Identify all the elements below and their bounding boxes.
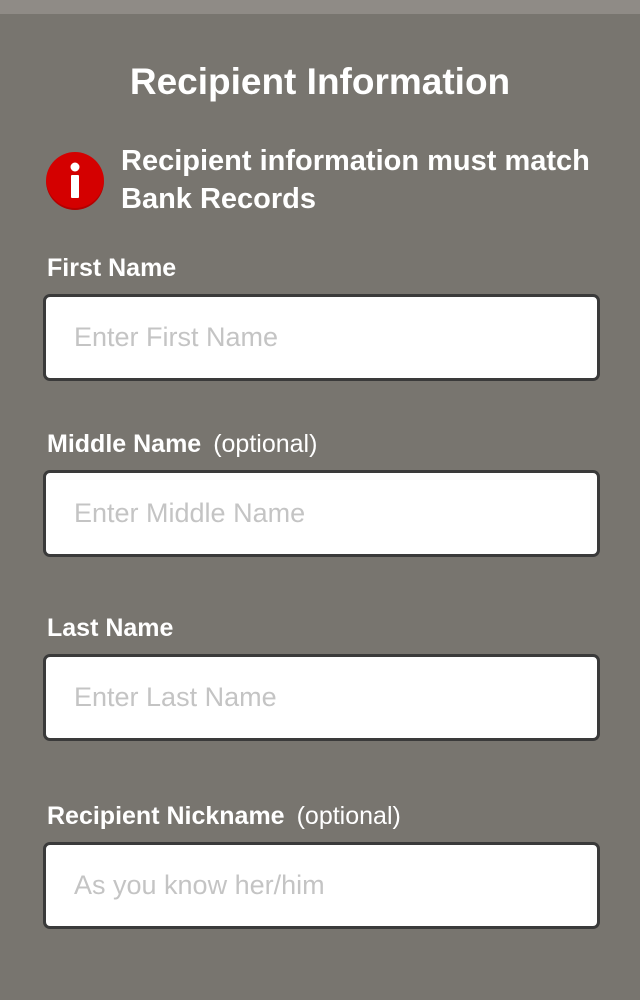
nickname-input[interactable] (43, 842, 600, 929)
info-icon (46, 152, 104, 210)
middle-name-input[interactable] (43, 470, 600, 557)
page-title: Recipient Information (129, 61, 511, 102)
last-name-label-text: Last Name (47, 614, 174, 642)
middle-name-label-text: Middle Name (47, 430, 202, 458)
nickname-optional-tag: (optional) (296, 802, 401, 830)
middle-name-label: Middle Name (optional) (47, 428, 317, 460)
first-name-label-text: First Name (47, 254, 177, 282)
nickname-label: Recipient Nickname (optional) (47, 800, 401, 832)
middle-name-optional-tag: (optional) (213, 430, 318, 458)
nickname-label-text: Recipient Nickname (47, 802, 285, 830)
first-name-label: First Name (47, 252, 176, 284)
first-name-input[interactable] (43, 294, 600, 381)
last-name-label: Last Name (47, 612, 173, 644)
top-strip (0, 0, 640, 14)
bank-records-notice: Recipient information must match Bank Re… (46, 142, 606, 222)
last-name-input[interactable] (43, 654, 600, 741)
notice-text: Recipient information must match Bank Re… (121, 145, 590, 215)
